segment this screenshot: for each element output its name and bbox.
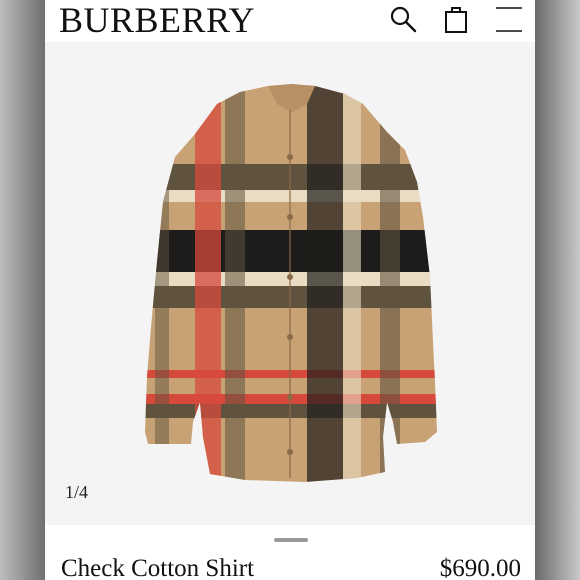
shopping-bag-icon[interactable]: [441, 4, 471, 34]
image-counter: 1/4: [65, 482, 89, 502]
top-header: BURBERRY: [45, 0, 535, 42]
right-backdrop: [535, 0, 580, 580]
menu-icon[interactable]: [494, 4, 524, 34]
brand-logo[interactable]: BURBERRY: [59, 0, 255, 40]
product-image-gallery[interactable]: 1/4: [45, 42, 535, 525]
drag-handle[interactable]: [274, 538, 308, 542]
product-name: Check Cotton Shirt: [61, 555, 255, 580]
product-info-sheet[interactable]: Check Cotton Shirt $690.00: [45, 525, 535, 580]
app-screen: BURBERRY 1/4 Check Cotton Shirt $690.00: [45, 0, 535, 580]
product-price: $690.00: [439, 555, 521, 580]
product-image: [145, 84, 437, 482]
left-backdrop: [0, 0, 45, 580]
search-icon[interactable]: [388, 4, 418, 34]
